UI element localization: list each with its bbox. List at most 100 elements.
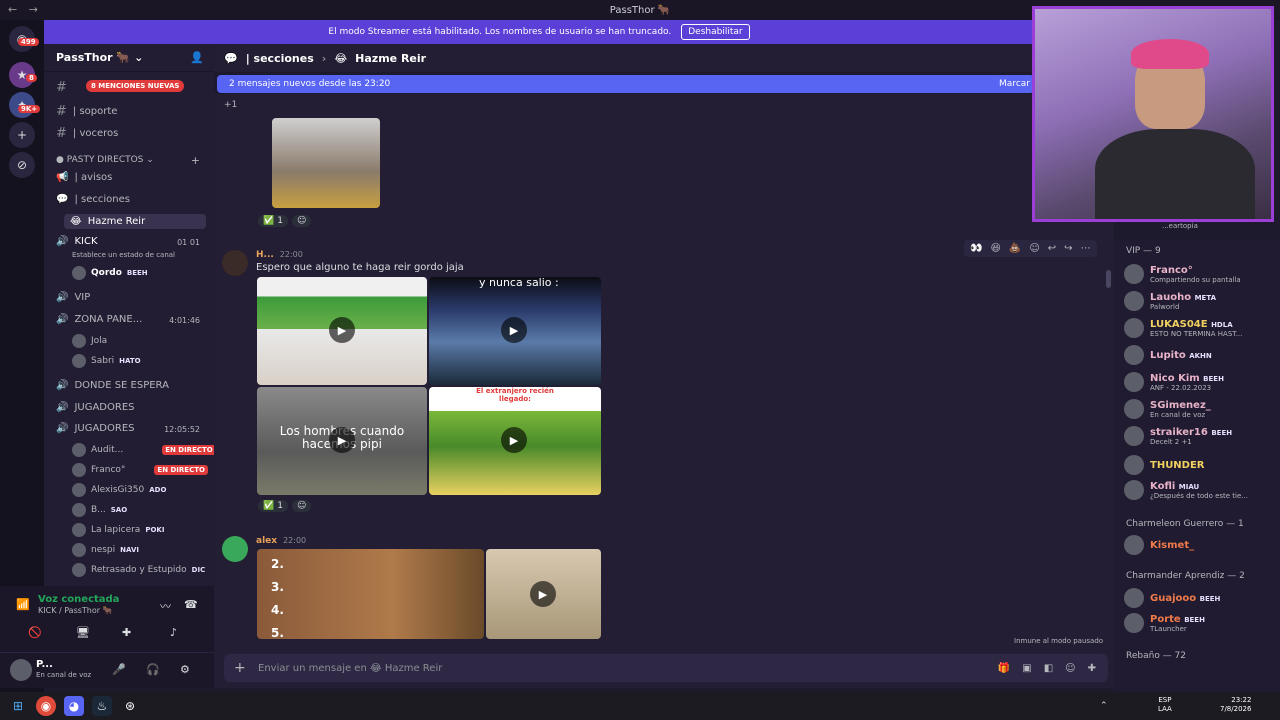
camera-off-icon[interactable]: 🚫 [28,626,42,639]
message-input[interactable]: + Enviar un mensaje en 😂 Hazme Reir 🎁 ▣ ◧ ☺… [224,654,1108,682]
discord-taskbar-icon[interactable]: ◕ [64,696,84,716]
breadcrumb-secciones[interactable]: | secciones [246,52,314,65]
forward-icon[interactable]: ↪ [1064,243,1072,254]
video-thumbnail-1[interactable]: ▶ [257,277,427,385]
member-row[interactable]: Kofli MIAU ¿Después de todo este tie... [1124,480,1248,500]
disable-button[interactable]: Deshabilitar [681,24,750,40]
emoji-icon[interactable]: ☺ [1065,663,1075,674]
member-row[interactable]: straiker16 BEEH Decelt 2 +1 [1124,426,1232,446]
reaction-check[interactable]: ✅ 1 [258,215,288,227]
scrollbar[interactable] [1106,270,1111,288]
voice-channel-kick[interactable]: 🔊 KICK [56,236,98,247]
play-icon[interactable]: ▶ [329,317,355,343]
video-thumbnail-5[interactable]: ▶ [486,549,601,639]
voice-member[interactable]: La lapicera POKI [72,523,164,537]
clock[interactable]: 23:22 7/8/2026 [1220,696,1251,714]
meme-image-1[interactable] [272,118,380,208]
channel-hazme-reir[interactable]: 😂 Hazme Reir [64,214,206,229]
voice-status[interactable]: Voz conectada [38,594,119,605]
video-thumbnail-3[interactable]: Los hombres cuando hacemos pipi ▶ [257,387,427,495]
explore-icon[interactable]: ⊘ [9,152,35,178]
voice-member[interactable]: Sabri HATO [72,354,141,368]
author-name[interactable]: H... [256,250,274,260]
member-row[interactable]: LUKAS04E HDLA ESTO NO TERMINA HAST... [1124,318,1242,338]
voice-member[interactable]: AlexisGi350 ADO [72,483,166,497]
mark-read-button[interactable]: Marcar [999,79,1030,89]
reaction-check[interactable]: ✅ 1 [258,500,288,512]
headphones-icon[interactable]: 🎧 [146,663,160,676]
channel-voceros[interactable]: # | voceros [56,126,118,141]
avatar[interactable] [222,250,248,276]
eyes-reaction-icon[interactable]: 👀 [970,243,982,254]
voice-channel-jugadores-2[interactable]: 🔊 JUGADORES [56,423,135,434]
play-icon[interactable]: ▶ [501,427,527,453]
meme-image-2[interactable]: 2. 3. 4. 5. [257,549,484,639]
channel-avisos[interactable]: 📢 | avisos [56,172,112,183]
avatar[interactable] [222,536,248,562]
member-row[interactable]: Franco° Compartiendo su pantalla [1124,264,1241,284]
windows-start-icon[interactable]: ⊞ [8,696,28,716]
new-messages-bar[interactable]: 2 mensajes nuevos desde las 23:20 Marcar [217,75,1034,93]
mentions-badge[interactable]: 8 MENCIONES NUEVAS [86,80,185,92]
play-icon[interactable]: ▶ [501,317,527,343]
noise-suppression-icon[interactable]: 〰 [160,598,171,614]
chrome-icon[interactable]: ◉ [36,696,56,716]
language-indicator[interactable]: ESP LAA [1158,696,1172,714]
settings-gear-icon[interactable]: ⚙ [180,663,190,676]
avatar[interactable] [10,659,32,681]
add-reaction-icon[interactable]: ☺ [291,500,312,512]
voice-member[interactable]: Franco° EN DIRECTO [72,463,208,477]
voice-channel-jugadores-1[interactable]: 🔊 JUGADORES [56,402,135,413]
reply-icon[interactable]: ↩ [1048,243,1056,254]
voice-channel-name[interactable]: KICK / PassThor 🐂 [38,606,113,615]
video-thumbnail-4[interactable]: El extranjero recién llegado: ▶ [429,387,601,495]
voice-member[interactable]: nespi NAVI [72,543,139,557]
gift-icon[interactable]: 🎁 [998,663,1010,674]
soundboard-icon[interactable]: ♪ [170,626,177,639]
add-attachment-icon[interactable]: + [234,660,246,676]
member-row[interactable]: SGimenez_ En canal de voz [1124,399,1211,419]
voice-channel-zona[interactable]: 🔊 ZONA PANE... [56,314,142,325]
voice-channel-vip[interactable]: 🔊 VIP [56,292,90,303]
add-reaction-icon[interactable]: ☺ [1029,243,1039,254]
apps-icon[interactable]: ✚ [1088,663,1096,674]
more-icon[interactable]: ⋯ [1081,243,1091,254]
voice-member[interactable]: B... SAO [72,503,127,517]
play-icon[interactable]: ▶ [329,427,355,453]
poop-reaction-icon[interactable]: 💩 [1009,243,1021,254]
channel-soporte[interactable]: # | soporte [56,104,117,119]
back-forward-icons[interactable]: ← → [8,3,42,16]
tray-chevron-icon[interactable]: ⌃ [1100,701,1108,711]
voice-member[interactable]: Retrasado y Estupido DIC [72,563,205,577]
laugh-reaction-icon[interactable]: 😆 [990,243,1000,254]
member-row[interactable]: Guajooo BEEH [1124,588,1220,608]
add-server-icon[interactable]: + [9,122,35,148]
add-user-icon[interactable]: 👤 [190,51,204,64]
voice-member[interactable]: Qordo BEEH [72,266,148,280]
channel-status[interactable]: Establece un estado de canal [72,251,175,259]
author-name[interactable]: alex [256,536,277,546]
gif-icon[interactable]: ▣ [1022,663,1031,674]
add-reaction-icon[interactable]: ☺ [291,215,312,227]
server-header[interactable]: PassThor 🐂 ⌄ 👤 [44,44,214,72]
member-row[interactable]: Lupito AKHN [1124,345,1212,365]
microphone-icon[interactable]: 🎤 [112,663,126,676]
member-row[interactable]: THUNDER [1124,455,1205,475]
disconnect-icon[interactable]: ☎ [184,598,198,611]
category-pasty-directos[interactable]: ● PASTY DIRECTOS ⌄ [56,155,154,165]
channel-secciones[interactable]: 💬 | secciones [56,194,130,205]
member-row[interactable]: Nico Kim BEEH ANF - 22.02.2023 [1124,372,1224,392]
member-row[interactable]: Kismet_ [1124,535,1194,555]
video-thumbnail-2[interactable]: y nunca salio : ▶ [429,277,601,385]
screen-share-icon[interactable]: 🖥 [76,626,90,639]
play-icon[interactable]: ▶ [530,581,556,607]
sticker-icon[interactable]: ◧ [1044,663,1053,674]
add-channel-icon[interactable]: + [191,154,200,167]
voice-member[interactable]: Audit... EN DIRECTO [72,443,214,457]
voice-member[interactable]: Jola [72,334,107,348]
voice-channel-donde[interactable]: 🔊 DONDE SE ESPERA [56,380,169,391]
app-icon[interactable]: ⊛ [120,696,140,716]
member-row[interactable]: Porte BEEH TLauncher [1124,613,1205,633]
member-row[interactable]: Lauoho META Palworld [1124,291,1216,311]
steam-icon[interactable]: ♨ [92,696,112,716]
